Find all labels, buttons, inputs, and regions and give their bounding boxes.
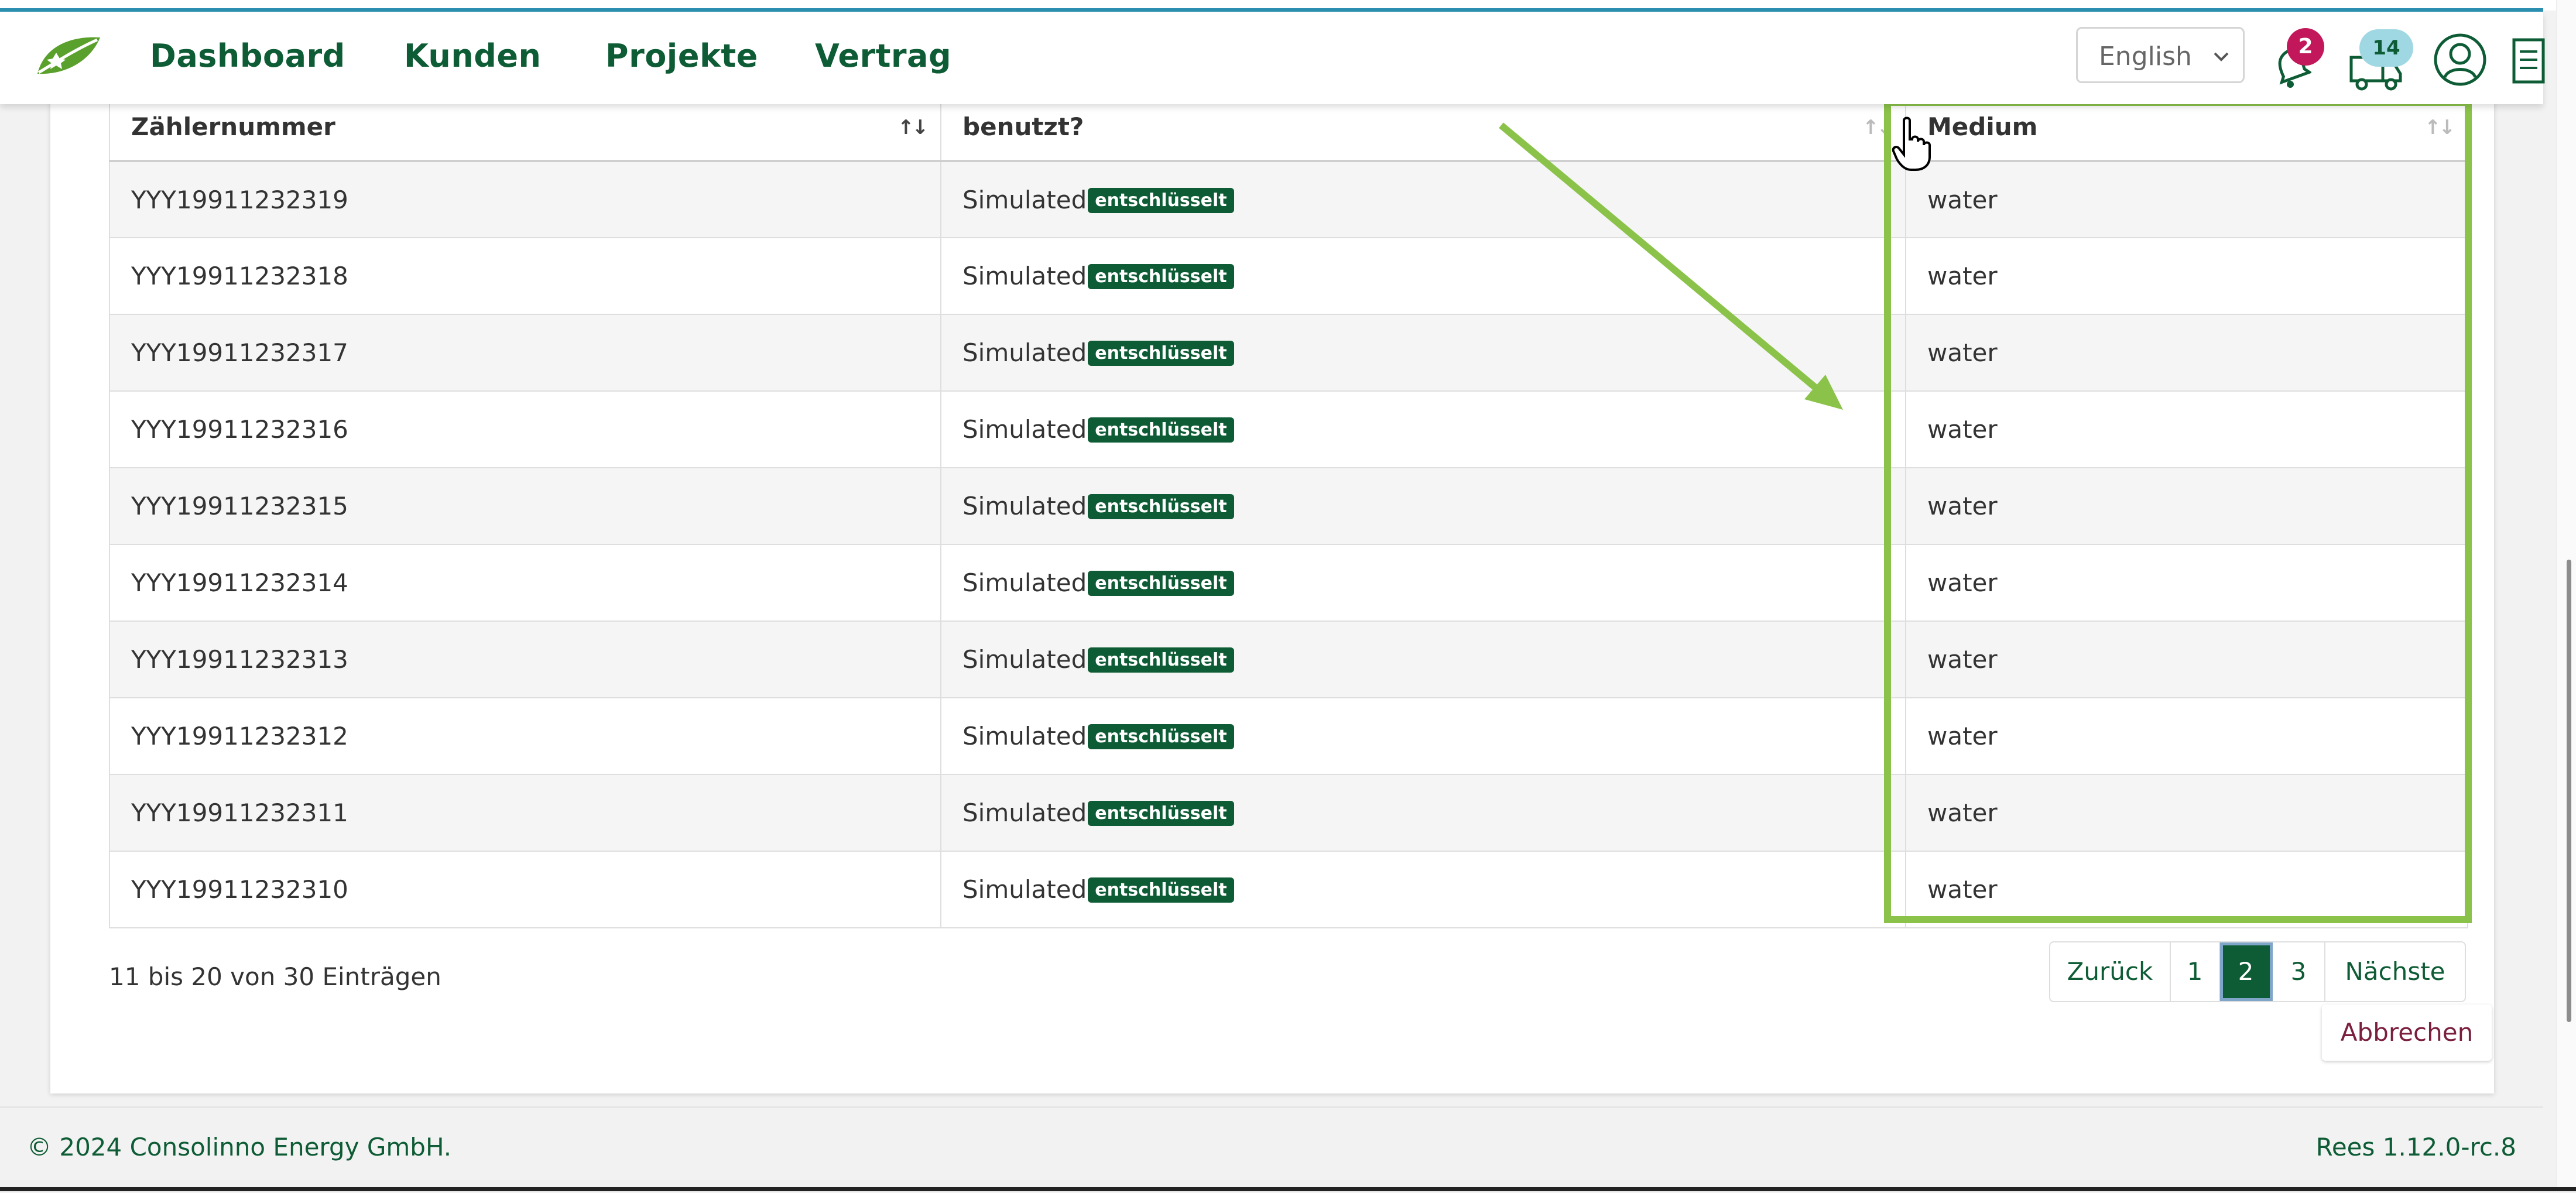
meter-number-cell: YYY19911232317 — [109, 314, 941, 392]
scrollbar-thumb[interactable] — [2567, 560, 2571, 1022]
used-value: Simulated — [962, 262, 1087, 290]
page-footer: © 2024 Consolinno Energy GmbH. Rees 1.12… — [0, 1106, 2543, 1193]
next-page-button[interactable]: Nächste — [2325, 942, 2465, 1001]
sort-icon[interactable]: ↑↓ — [898, 116, 929, 139]
footer-copyright: © 2024 Consolinno Energy GmbH. — [27, 1133, 452, 1161]
decrypted-tag: entschlüsselt — [1088, 264, 1234, 289]
table-row[interactable]: YYY19911232315 Simulated entschlüsselt wa… — [109, 467, 2468, 545]
entries-summary: 11 bis 20 von 30 Einträgen — [109, 962, 441, 991]
used-cell: Simulated entschlüsselt — [940, 851, 1906, 928]
table-row[interactable]: YYY19911232311 Simulated entschlüsselt wa… — [109, 774, 2468, 852]
user-icon[interactable] — [2432, 32, 2488, 88]
used-value: Simulated — [962, 185, 1087, 214]
used-value: Simulated — [962, 722, 1087, 750]
language-select[interactable]: English — [2076, 27, 2245, 83]
used-cell: Simulated entschlüsselt — [940, 544, 1906, 622]
decrypted-tag: entschlüsselt — [1088, 724, 1234, 749]
decrypted-tag: entschlüsselt — [1088, 801, 1234, 826]
used-cell: Simulated entschlüsselt — [940, 467, 1906, 545]
page-1-button[interactable]: 1 — [2171, 942, 2220, 1001]
column-label: benutzt? — [962, 112, 1084, 141]
medium-cell: water — [1905, 467, 2468, 545]
column-label: Medium — [1927, 112, 2038, 141]
chevron-down-icon — [2214, 52, 2229, 61]
meter-number-cell: YYY19911232311 — [109, 774, 941, 852]
nav-vertrag[interactable]: Vertrag — [815, 37, 951, 74]
sort-icon[interactable]: ↑↓ — [1862, 116, 1893, 139]
nav-projekte[interactable]: Projekte — [605, 37, 758, 74]
table-row[interactable]: YYY19911232317 Simulated entschlüsselt wa… — [109, 314, 2468, 392]
used-cell: Simulated entschlüsselt — [940, 314, 1906, 392]
medium-cell: water — [1905, 314, 2468, 392]
meter-number-cell: YYY19911232316 — [109, 390, 941, 468]
prev-page-button[interactable]: Zurück — [2050, 942, 2171, 1001]
medium-cell: water — [1905, 544, 2468, 622]
cancel-button[interactable]: Abbrechen — [2322, 1005, 2492, 1061]
used-value: Simulated — [962, 338, 1087, 367]
table-row[interactable]: YYY19911232313 Simulated entschlüsselt wa… — [109, 621, 2468, 698]
table-row[interactable]: YYY19911232319 Simulated entschlüsselt wa… — [109, 160, 2468, 238]
messages-badge: 14 — [2359, 29, 2413, 67]
meter-number-cell: YYY19911232315 — [109, 467, 941, 545]
meter-number-cell: YYY19911232319 — [109, 160, 941, 238]
meter-number-cell: YYY19911232313 — [109, 621, 941, 698]
app-header: Dashboard Kunden Projekte Vertrag Englis… — [0, 12, 2545, 104]
nav-dashboard[interactable]: Dashboard — [150, 37, 345, 74]
meter-number-cell: YYY19911232318 — [109, 237, 941, 315]
vertical-scrollbar[interactable] — [2556, 0, 2576, 1191]
medium-cell: water — [1905, 774, 2468, 852]
meter-number-cell: YYY19911232310 — [109, 851, 941, 928]
meter-number-cell: YYY19911232312 — [109, 697, 941, 775]
page-3-button[interactable]: 3 — [2273, 942, 2325, 1001]
used-cell: Simulated entschlüsselt — [940, 237, 1906, 315]
used-cell: Simulated entschlüsselt — [940, 621, 1906, 698]
table-row[interactable]: YYY19911232312 Simulated entschlüsselt wa… — [109, 697, 2468, 775]
used-value: Simulated — [962, 798, 1087, 827]
used-value: Simulated — [962, 568, 1087, 597]
used-cell: Simulated entschlüsselt — [940, 774, 1906, 852]
decrypted-tag: entschlüsselt — [1088, 417, 1234, 443]
medium-cell: water — [1905, 390, 2468, 468]
nav-kunden[interactable]: Kunden — [404, 37, 542, 74]
medium-cell: water — [1905, 237, 2468, 315]
footer-version: Rees 1.12.0-rc.8 — [2315, 1133, 2516, 1161]
medium-cell: water — [1905, 697, 2468, 775]
used-cell: Simulated entschlüsselt — [940, 160, 1906, 238]
medium-cell: water — [1905, 621, 2468, 698]
used-value: Simulated — [962, 875, 1087, 904]
language-value: English — [2099, 42, 2192, 71]
meters-table: Zählernummer ↑↓ benutzt? ↑↓ Medium ↑↓ YY… — [109, 92, 2468, 928]
page-2-button[interactable]: 2 — [2220, 942, 2273, 1001]
table-row[interactable]: YYY19911232318 Simulated entschlüsselt wa… — [109, 237, 2468, 315]
used-value: Simulated — [962, 492, 1087, 520]
table-row[interactable]: YYY19911232310 Simulated entschlüsselt wa… — [109, 851, 2468, 928]
used-cell: Simulated entschlüsselt — [940, 390, 1906, 468]
document-icon[interactable] — [2510, 36, 2548, 87]
used-value: Simulated — [962, 645, 1087, 674]
table-row[interactable]: YYY19911232316 Simulated entschlüsselt wa… — [109, 390, 2468, 468]
table-row[interactable]: YYY19911232314 Simulated entschlüsselt wa… — [109, 544, 2468, 622]
medium-cell: water — [1905, 160, 2468, 238]
decrypted-tag: entschlüsselt — [1088, 187, 1234, 213]
decrypted-tag: entschlüsselt — [1088, 571, 1234, 596]
notification-badge: 2 — [2287, 28, 2324, 66]
sort-icon[interactable]: ↑↓ — [2424, 116, 2455, 139]
hand-cursor-icon — [1892, 116, 1931, 171]
window-bottom-edge — [0, 1187, 2576, 1191]
used-value: Simulated — [962, 415, 1087, 444]
decrypted-tag: entschlüsselt — [1088, 341, 1234, 366]
decrypted-tag: entschlüsselt — [1088, 877, 1234, 903]
column-label: Zählernummer — [131, 112, 335, 141]
pagination: Zurück 1 2 3 Nächste — [2049, 941, 2466, 1002]
leaf-logo-icon[interactable] — [33, 33, 103, 80]
medium-cell: water — [1905, 851, 2468, 928]
meter-number-cell: YYY19911232314 — [109, 544, 941, 622]
decrypted-tag: entschlüsselt — [1088, 647, 1234, 673]
used-cell: Simulated entschlüsselt — [940, 697, 1906, 775]
decrypted-tag: entschlüsselt — [1088, 494, 1234, 519]
